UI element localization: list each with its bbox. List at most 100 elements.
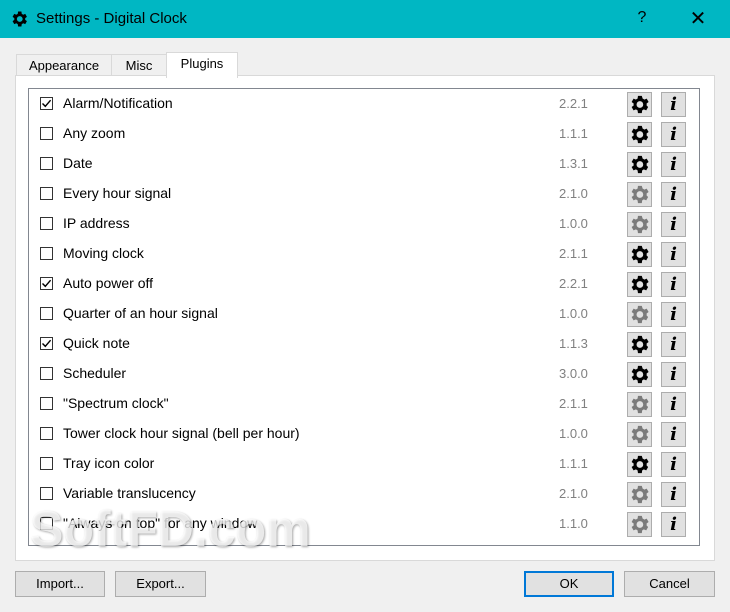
- plugin-version: 1.0.0: [559, 216, 588, 231]
- gear-icon: [9, 9, 29, 29]
- plugin-version: 2.2.1: [559, 96, 588, 111]
- plugin-version: 2.1.1: [559, 246, 588, 261]
- plugin-name: Auto power off: [63, 275, 154, 291]
- plugin-checkbox[interactable]: [40, 97, 53, 110]
- plugin-name: "Spectrum clock": [63, 395, 169, 411]
- info-icon[interactable]: i: [661, 332, 686, 357]
- plugin-row[interactable]: Date 1.3.1 i: [29, 150, 699, 180]
- plugin-row[interactable]: Quick note 1.1.3 i: [29, 330, 699, 360]
- tab-plugins[interactable]: Plugins: [166, 52, 238, 78]
- plugin-version: 1.1.1: [559, 456, 588, 471]
- plugin-name: "Always on top" for any window: [63, 515, 258, 531]
- settings-gear-icon[interactable]: [627, 242, 652, 267]
- plugin-version: 2.1.0: [559, 186, 588, 201]
- info-icon[interactable]: i: [661, 92, 686, 117]
- plugin-version: 2.2.1: [559, 276, 588, 291]
- plugin-checkbox[interactable]: [40, 187, 53, 200]
- info-icon[interactable]: i: [661, 152, 686, 177]
- plugin-row[interactable]: Quarter of an hour signal 1.0.0 i: [29, 300, 699, 330]
- plugin-name: Scheduler: [63, 365, 127, 381]
- plugin-checkbox[interactable]: [40, 337, 53, 350]
- tab-misc[interactable]: Misc: [111, 54, 167, 76]
- plugin-row[interactable]: IP address 1.0.0 i: [29, 210, 699, 240]
- plugin-checkbox[interactable]: [40, 217, 53, 230]
- plugin-row[interactable]: Variable translucency 2.1.0 i: [29, 480, 699, 510]
- plugin-row[interactable]: Alarm/Notification 2.2.1 i: [29, 90, 699, 120]
- plugin-checkbox[interactable]: [40, 487, 53, 500]
- plugin-checkbox[interactable]: [40, 127, 53, 140]
- tab-appearance[interactable]: Appearance: [16, 54, 112, 76]
- plugin-row[interactable]: Scheduler 3.0.0 i: [29, 360, 699, 390]
- settings-gear-icon[interactable]: [627, 272, 652, 297]
- settings-gear-icon: [627, 482, 652, 507]
- info-icon[interactable]: i: [661, 362, 686, 387]
- plugin-version: 1.0.0: [559, 426, 588, 441]
- settings-gear-icon[interactable]: [627, 92, 652, 117]
- settings-gear-icon: [627, 392, 652, 417]
- plugin-row[interactable]: Tower clock hour signal (bell per hour) 1…: [29, 420, 699, 450]
- settings-gear-icon: [627, 302, 652, 327]
- plugin-checkbox[interactable]: [40, 307, 53, 320]
- plugin-row[interactable]: Any zoom 1.1.1 i: [29, 120, 699, 150]
- plugin-row[interactable]: "Always on top" for any window 1.1.0 i: [29, 510, 699, 540]
- plugin-version: 2.1.1: [559, 396, 588, 411]
- plugin-name: Tray icon color: [63, 455, 155, 471]
- info-icon[interactable]: i: [661, 392, 686, 417]
- settings-gear-icon: [627, 512, 652, 537]
- close-button[interactable]: ✕: [684, 6, 712, 32]
- info-icon[interactable]: i: [661, 482, 686, 507]
- settings-gear-icon[interactable]: [627, 122, 652, 147]
- settings-gear-icon[interactable]: [627, 332, 652, 357]
- help-button[interactable]: ?: [630, 6, 654, 30]
- plugin-name: Quick note: [63, 335, 130, 351]
- settings-gear-icon: [627, 182, 652, 207]
- plugin-checkbox[interactable]: [40, 277, 53, 290]
- settings-gear-icon[interactable]: [627, 452, 652, 477]
- ok-button[interactable]: OK: [524, 571, 614, 597]
- import-button[interactable]: Import...: [15, 571, 105, 597]
- title-bar: Settings - Digital Clock ? ✕: [0, 0, 730, 38]
- plugin-name: Date: [63, 155, 93, 171]
- info-icon[interactable]: i: [661, 242, 686, 267]
- info-icon[interactable]: i: [661, 302, 686, 327]
- info-icon[interactable]: i: [661, 512, 686, 537]
- export-button[interactable]: Export...: [115, 571, 206, 597]
- plugin-checkbox[interactable]: [40, 367, 53, 380]
- plugin-row[interactable]: Tray icon color 1.1.1 i: [29, 450, 699, 480]
- plugin-row[interactable]: "Spectrum clock" 2.1.1 i: [29, 390, 699, 420]
- settings-gear-icon: [627, 422, 652, 447]
- cancel-button[interactable]: Cancel: [624, 571, 715, 597]
- plugin-version: 1.1.1: [559, 126, 588, 141]
- info-icon[interactable]: i: [661, 122, 686, 147]
- plugin-checkbox[interactable]: [40, 517, 53, 530]
- plugin-version: 3.0.0: [559, 366, 588, 381]
- settings-gear-icon: [627, 212, 652, 237]
- window-title: Settings - Digital Clock: [36, 10, 187, 27]
- plugin-name: Any zoom: [63, 125, 126, 141]
- plugin-list[interactable]: Alarm/Notification 2.2.1 i Any zoom 1.1.1 i Da…: [28, 88, 700, 546]
- info-icon[interactable]: i: [661, 452, 686, 477]
- plugin-checkbox[interactable]: [40, 427, 53, 440]
- plugin-name: Variable translucency: [63, 485, 196, 501]
- info-icon[interactable]: i: [661, 182, 686, 207]
- plugin-name: Every hour signal: [63, 185, 172, 201]
- plugin-version: 1.1.0: [559, 516, 588, 531]
- info-icon[interactable]: i: [661, 422, 686, 447]
- plugin-name: Alarm/Notification: [63, 95, 173, 111]
- info-icon[interactable]: i: [661, 272, 686, 297]
- plugin-name: Tower clock hour signal (bell per hour): [63, 425, 300, 441]
- settings-gear-icon[interactable]: [627, 152, 652, 177]
- plugin-row[interactable]: Moving clock 2.1.1 i: [29, 240, 699, 270]
- plugin-row[interactable]: Auto power off 2.2.1 i: [29, 270, 699, 300]
- plugin-checkbox[interactable]: [40, 157, 53, 170]
- info-icon[interactable]: i: [661, 212, 686, 237]
- plugin-name: IP address: [63, 215, 130, 231]
- plugin-checkbox[interactable]: [40, 247, 53, 260]
- plugin-version: 1.3.1: [559, 156, 588, 171]
- settings-gear-icon[interactable]: [627, 362, 652, 387]
- plugin-checkbox[interactable]: [40, 397, 53, 410]
- plugin-name: Quarter of an hour signal: [63, 305, 218, 321]
- plugin-checkbox[interactable]: [40, 457, 53, 470]
- plugin-row[interactable]: Every hour signal 2.1.0 i: [29, 180, 699, 210]
- plugin-version: 1.0.0: [559, 306, 588, 321]
